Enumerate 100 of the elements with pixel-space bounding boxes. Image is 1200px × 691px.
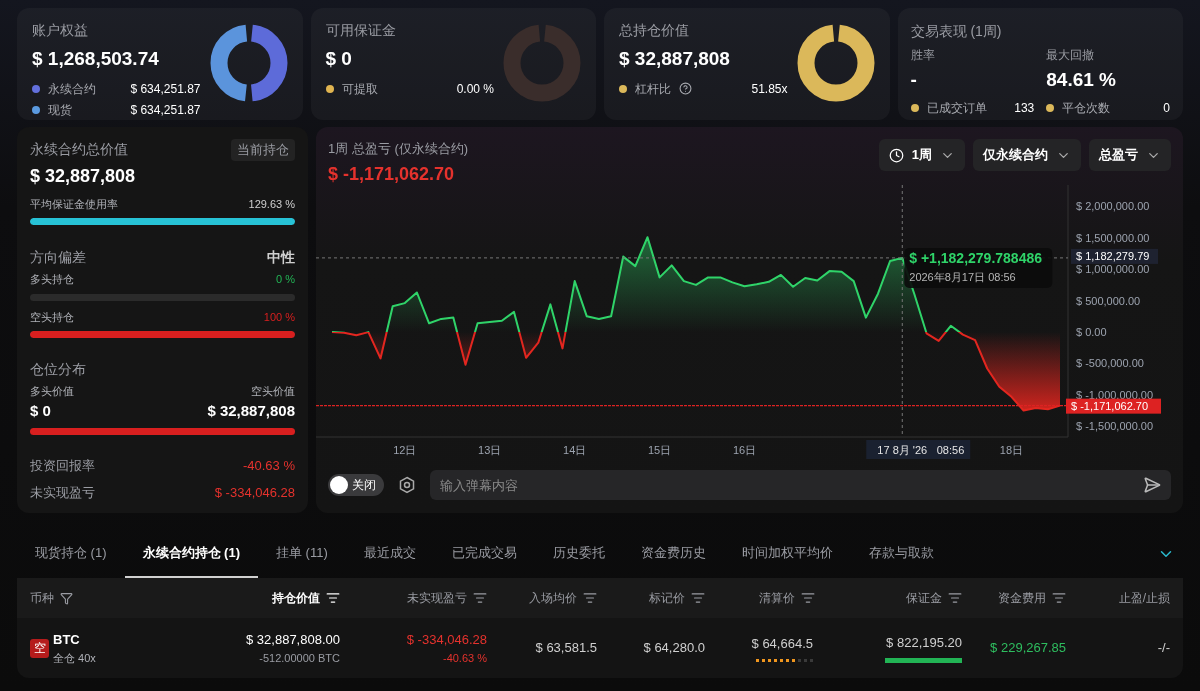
price-tag: $ -1,171,062.70 <box>1066 398 1161 414</box>
table-cell-text: -512.00000 BTC <box>259 650 340 666</box>
column-header[interactable]: 清算价 <box>705 589 815 607</box>
legend-label: 已成交订单 <box>926 99 987 117</box>
metric-value: $ 0 <box>30 400 51 421</box>
metric-label: 平均保证金使用率 <box>30 196 118 212</box>
y-axis-label: $ 0.00 <box>1076 326 1107 339</box>
table-cell-text: $ -334,046.28 <box>406 631 487 649</box>
section-title: 方向偏差 <box>30 248 86 267</box>
metric-value: -40.63 % <box>242 457 295 475</box>
table-cell-text: $ 64,664.5 <box>751 635 813 654</box>
filter-icon <box>60 591 73 605</box>
metric-value: 100 % <box>263 309 295 325</box>
x-axis-label: 18日 <box>999 444 1024 456</box>
margin-mode: 全仓 40x <box>53 650 96 666</box>
stat-label: 胜率 <box>910 47 936 64</box>
table-cell-text: -/- <box>1156 639 1170 658</box>
toggle-switch[interactable]: 关闭 <box>328 474 384 496</box>
legend-label: 平仓次数 <box>1062 99 1111 117</box>
y-axis-label: $ 2,000,000.00 <box>1076 200 1150 213</box>
tab[interactable]: 已完成交易 <box>433 530 535 578</box>
card-title: 总持仓价值 <box>619 21 690 40</box>
column-header[interactable]: 入场均价 <box>487 589 597 607</box>
card-title: 交易表现 (1周) <box>910 22 1003 41</box>
column-header[interactable]: 保证金 <box>815 589 962 607</box>
metric-value: $ 32,887,808 <box>207 400 295 421</box>
clock-icon <box>888 147 904 163</box>
y-axis-label: $ 1,500,000.00 <box>1076 231 1150 244</box>
legend-value: 0.00 % <box>456 80 494 98</box>
tab[interactable]: 最近成交 <box>345 530 434 578</box>
send-icon[interactable] <box>1143 476 1161 494</box>
metric-value: 129.63 % <box>248 196 295 212</box>
stat-label: 最大回撤 <box>1046 47 1096 64</box>
metric-value: $ -334,046.28 <box>214 483 295 502</box>
chart-total: $ -1,171,062.70 <box>328 162 456 186</box>
table-cell-text: $ 64,280.0 <box>642 639 705 658</box>
y-axis-label: $ -1,000,000.00 <box>1076 388 1154 401</box>
axis-time: 08:56 <box>936 444 965 456</box>
legend-value: $ 634,251.87 <box>130 80 201 98</box>
column-header[interactable]: 币种 <box>30 589 210 607</box>
column-header[interactable]: 资金费用 <box>962 589 1066 607</box>
tab[interactable]: 时间加权平均价 <box>723 530 851 578</box>
legend-value: 133 <box>1014 99 1035 117</box>
table-cell-text: $ 229,267.85 <box>989 639 1066 658</box>
legend-value: 51.85x <box>751 80 788 98</box>
tooltip-value: $ +1,182,279.788486 <box>909 249 1042 266</box>
legend-label: 永续合约 <box>48 80 96 98</box>
metric-label: 空头价值 <box>251 384 295 399</box>
sort-icon <box>326 591 340 605</box>
price-tag: $ 1,182,279.79 <box>1071 248 1158 264</box>
sort-icon <box>948 591 962 605</box>
tab[interactable]: 现货持仓 (1) <box>17 530 125 578</box>
tab[interactable]: 历史委托 <box>534 530 623 578</box>
tab[interactable]: 存款与取款 <box>850 530 952 578</box>
y-axis-label: $ 1,000,000.00 <box>1076 263 1150 276</box>
metric-label: 投资回报率 <box>30 457 95 475</box>
tab[interactable]: 挂单 (11) <box>258 530 346 578</box>
legend-label: 杠杆比 <box>635 80 671 98</box>
column-header[interactable]: 止盈/止损 <box>1066 589 1170 607</box>
metric-value: 0 % <box>276 272 295 287</box>
tab[interactable]: 资金费历史 <box>622 530 724 578</box>
ref-line-label: $ -1,171,062.70 <box>1071 399 1149 412</box>
status-badge: 当前持仓 <box>231 139 295 161</box>
panel-title: 永续合约总价值 <box>30 140 128 159</box>
chart-title: 1周 总盈亏 (仅永续合约) <box>328 140 469 158</box>
sort-icon <box>1052 591 1066 605</box>
column-header[interactable]: 标记价 <box>597 589 705 607</box>
y-axis-label: $ -1,500,000.00 <box>1076 420 1154 433</box>
x-axis-label: 16日 <box>732 444 757 456</box>
symbol: BTC <box>53 631 81 649</box>
column-header[interactable]: 未实现盈亏 <box>340 589 487 607</box>
message-input[interactable]: 输入弹幕内容 <box>430 470 1171 500</box>
sort-icon <box>691 591 705 605</box>
table-cell-text: -40.63 % <box>442 650 487 666</box>
settings-icon[interactable] <box>398 476 416 494</box>
table-cell-text: $ 822,195.20 <box>886 634 962 653</box>
section-title: 仓位分布 <box>30 360 87 379</box>
legend-value: 0 <box>1163 99 1170 117</box>
metric-label: 空头持仓 <box>30 309 74 325</box>
filter-dropdown[interactable]: 仅永续合约 <box>973 139 1081 171</box>
tooltip-date: 2026年8月17日 08:56 <box>909 270 1016 283</box>
column-header[interactable]: 持仓价值 <box>210 589 340 607</box>
filter-dropdown[interactable]: 总盈亏 <box>1089 139 1171 171</box>
metric-label: 多头持仓 <box>30 272 74 287</box>
legend-label: 可提取 <box>341 80 378 98</box>
card-value: $ 1,268,503.74 <box>32 47 160 71</box>
sort-icon <box>801 591 815 605</box>
legend-value: $ 634,251.87 <box>130 101 201 119</box>
filter-dropdown[interactable]: 1周 <box>878 139 965 171</box>
help-icon[interactable] <box>679 82 692 95</box>
x-axis-label: 14日 <box>563 444 587 456</box>
x-axis-label: 13日 <box>478 444 502 456</box>
metric-label: 多头价值 <box>30 384 74 399</box>
x-axis-label: 15日 <box>647 444 672 456</box>
x-axis-label: 12日 <box>393 444 417 456</box>
card-value: $ 32,887,808 <box>619 47 731 71</box>
y-axis-label: $ 500,000.00 <box>1076 294 1141 307</box>
panel-value: $ 32,887,808 <box>30 164 137 188</box>
card-title: 账户权益 <box>32 21 89 40</box>
card-value: $ 0 <box>325 47 353 71</box>
